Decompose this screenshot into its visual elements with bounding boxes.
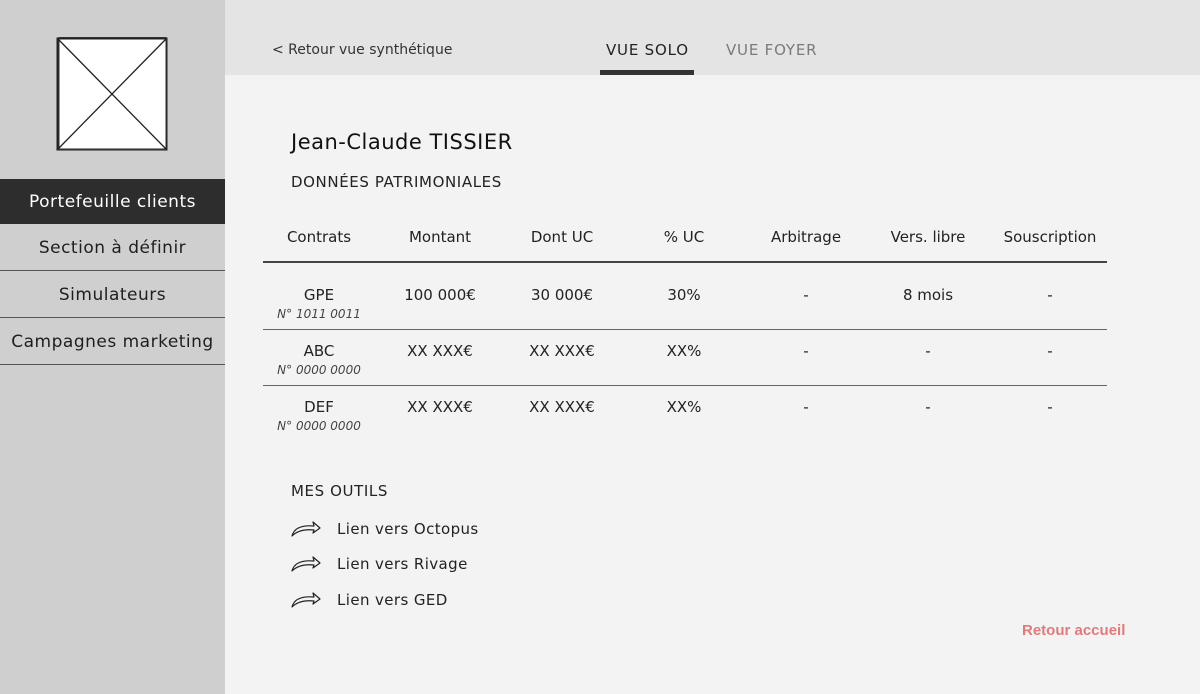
tool-link-label: Lien vers GED	[337, 591, 448, 609]
contract-name: GPE	[303, 286, 335, 304]
curved-arrow-icon	[291, 556, 321, 572]
column-header-vers-libre: Vers. libre	[890, 228, 966, 246]
contract-number: N° 1011 0011	[277, 307, 361, 321]
home-link[interactable]: Retour accueil	[1022, 622, 1125, 639]
vers-libre-value: -	[925, 398, 931, 416]
arbitrage-value: -	[803, 286, 809, 304]
row-divider	[263, 385, 1107, 386]
curved-arrow-icon	[291, 521, 321, 537]
column-header-arbitrage: Arbitrage	[770, 228, 842, 246]
sidebar-item-simulateurs[interactable]: Simulateurs	[0, 273, 225, 318]
column-header-dont-uc: Dont UC	[530, 228, 594, 246]
souscription-value: -	[1047, 398, 1053, 416]
link-rivage[interactable]: Lien vers Rivage	[290, 553, 468, 575]
contract-number: N° 0000 0000	[277, 419, 361, 433]
top-bar: < Retour vue synthétique VUE SOLO VUE FO…	[225, 0, 1200, 75]
client-name: Jean-Claude TISSIER	[291, 130, 513, 154]
pct-uc-value: XX%	[666, 398, 702, 416]
tab-vue-foyer[interactable]: VUE FOYER	[726, 41, 817, 59]
link-octopus[interactable]: Lien vers Octopus	[290, 518, 479, 540]
dont-uc-value: XX XXX€	[529, 398, 595, 416]
section-title-outils: MES OUTILS	[291, 482, 388, 500]
sidebar-item-section-a-definir[interactable]: Section à définir	[0, 226, 225, 271]
row-divider	[263, 329, 1107, 330]
contract-name: ABC	[303, 342, 335, 360]
sidebar: Portefeuille clients Section à définir S…	[0, 0, 225, 694]
contract-number: N° 0000 0000	[277, 363, 361, 377]
column-header-souscription: Souscription	[1003, 228, 1097, 246]
column-header-montant: Montant	[408, 228, 472, 246]
pct-uc-value: XX%	[666, 342, 702, 360]
active-tab-indicator	[600, 70, 694, 75]
vers-libre-value: -	[925, 342, 931, 360]
arbitrage-value: -	[803, 342, 809, 360]
image-placeholder-icon	[56, 37, 168, 151]
sidebar-item-label: Campagnes marketing	[11, 332, 214, 352]
vers-libre-value: 8 mois	[902, 286, 954, 304]
sidebar-item-portefeuille-clients[interactable]: Portefeuille clients	[0, 179, 225, 224]
sidebar-item-label: Portefeuille clients	[29, 191, 196, 212]
link-ged[interactable]: Lien vers GED	[290, 589, 448, 611]
montant-value: XX XXX€	[407, 398, 473, 416]
sidebar-item-campagnes-marketing[interactable]: Campagnes marketing	[0, 320, 225, 365]
tool-link-label: Lien vers Rivage	[337, 555, 468, 573]
pct-uc-value: 30%	[667, 286, 701, 304]
contract-name: DEF	[304, 398, 334, 416]
arbitrage-value: -	[803, 398, 809, 416]
sidebar-item-label: Section à définir	[38, 238, 187, 258]
tab-vue-solo[interactable]: VUE SOLO	[606, 41, 689, 59]
souscription-value: -	[1047, 342, 1053, 360]
column-header-contrats: Contrats	[286, 228, 352, 246]
souscription-value: -	[1047, 286, 1053, 304]
sidebar-item-label: Simulateurs	[58, 285, 167, 305]
tool-link-label: Lien vers Octopus	[337, 520, 479, 538]
curved-arrow-icon	[291, 592, 321, 608]
dont-uc-value: 30 000€	[530, 286, 594, 304]
montant-value: 100 000€	[404, 286, 476, 304]
dont-uc-value: XX XXX€	[529, 342, 595, 360]
montant-value: XX XXX€	[407, 342, 473, 360]
column-header-pct-uc: % UC	[663, 228, 705, 246]
section-title-patrimoine: DONNÉES PATRIMONIALES	[291, 173, 502, 191]
table-header-divider	[263, 261, 1107, 263]
back-to-summary-link[interactable]: < Retour vue synthétique	[272, 42, 452, 58]
